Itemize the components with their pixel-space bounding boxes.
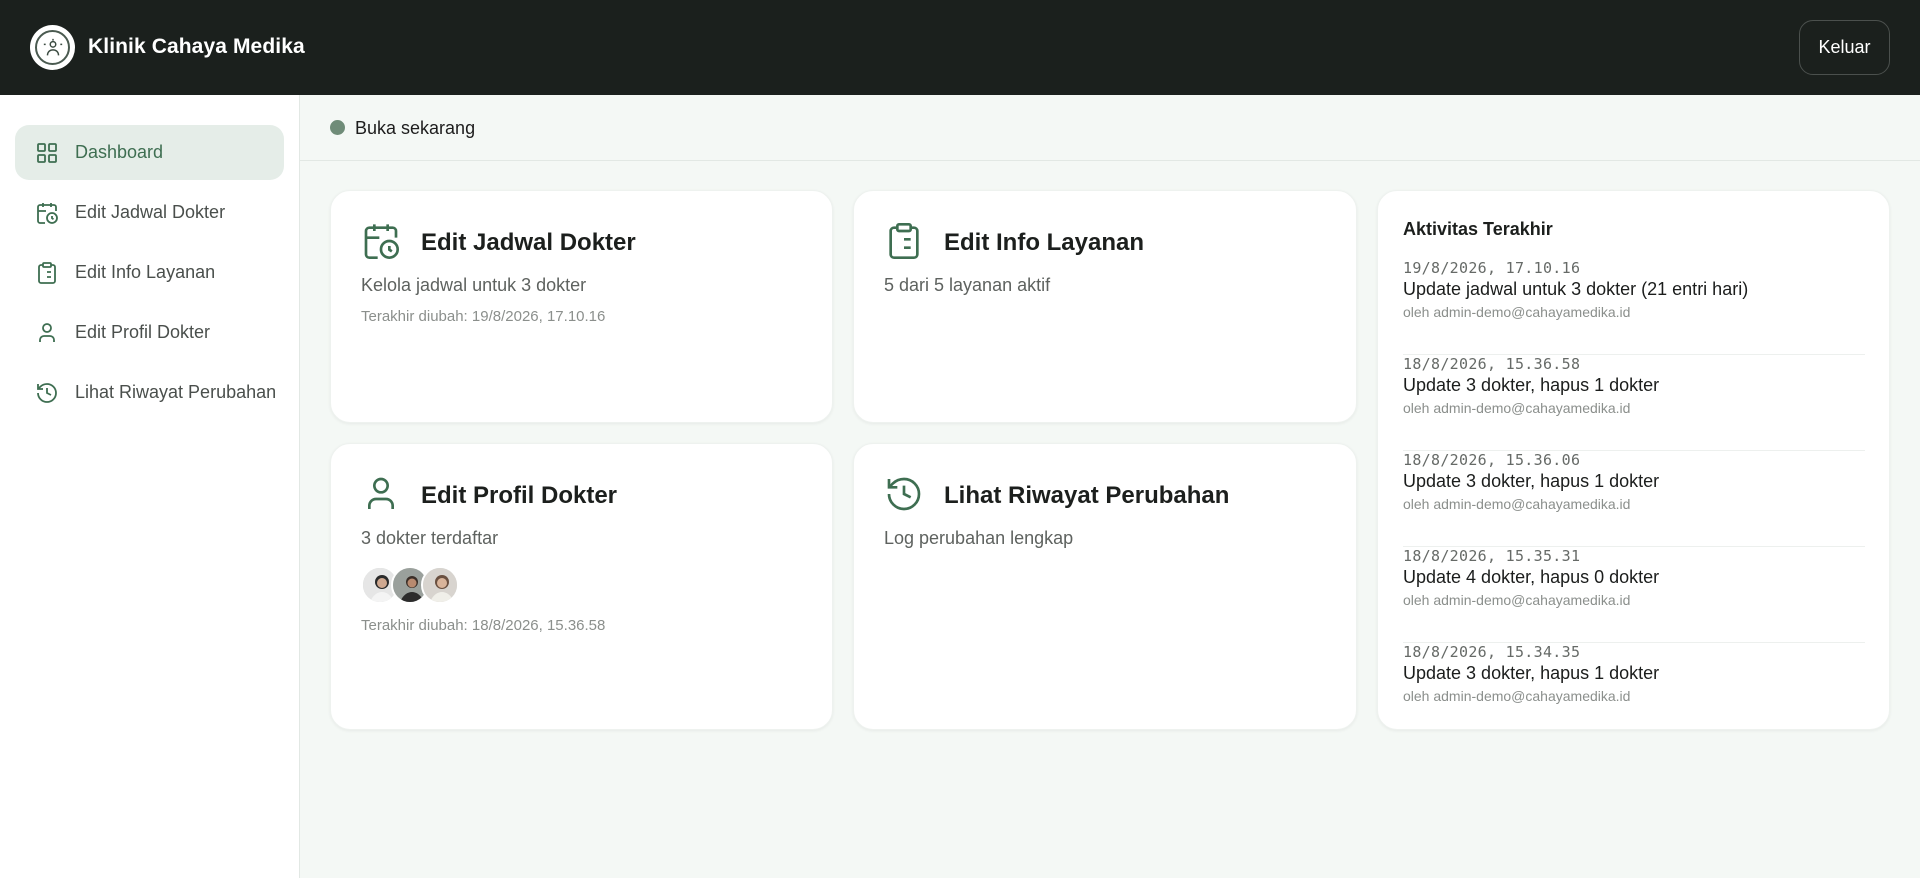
activity-timestamp: 18/8/2026, 15.34.35 [1403,643,1581,661]
clinic-logo [30,25,75,70]
activity-timestamp: 18/8/2026, 15.35.31 [1403,547,1581,565]
clinic-name: Klinik Cahaya Medika [88,35,305,58]
activity-description: Update 3 dokter, hapus 1 dokter [1403,375,1660,395]
card-subtitle: 5 dari 5 layanan aktif [884,275,1051,295]
activity-item: 18/8/2026, 15.36.58 Update 3 dokter, hap… [1403,355,1865,451]
sidebar-item-label: Lihat Riwayat Perubahan [75,382,277,402]
card-title: Edit Profil Dokter [421,482,618,509]
activity-description: Update 4 dokter, hapus 0 dokter [1403,567,1660,587]
top-bar: Klinik Cahaya Medika Keluar [0,0,1920,95]
sidebar-item-edit-profil-dokter[interactable]: Edit Profil Dokter [15,305,284,360]
status-bar [300,95,1920,161]
status-text: Buka sekarang [355,118,476,138]
activity-item: 19/8/2026, 17.10.16 Update jadwal untuk … [1403,259,1865,355]
activity-title: Aktivitas Terakhir [1403,219,1553,239]
grid-icon [37,142,57,163]
activity-timestamp: 18/8/2026, 15.36.06 [1403,451,1581,469]
card-subtitle: Log perubahan lengkap [884,528,1074,548]
card-edit-info-layanan[interactable]: Edit Info Layanan 5 dari 5 layanan aktif [853,190,1357,423]
history-icon [37,382,57,403]
activity-user: oleh admin-demo@cahayamedika.id [1403,688,1631,704]
card-lihat-riwayat-perubahan[interactable]: Lihat Riwayat Perubahan Log perubahan le… [853,443,1357,730]
calendar-clock-icon [37,202,58,224]
logout-button[interactable]: Keluar [1799,20,1890,75]
card-last-modified: Terakhir diubah: 18/8/2026, 15.36.58 [361,617,606,634]
calendar-clock-icon [364,224,399,259]
clipboard-list-icon [38,261,56,284]
activity-user: oleh admin-demo@cahayamedika.id [1403,400,1631,416]
card-edit-jadwal-dokter[interactable]: Edit Jadwal Dokter Kelola jadwal untuk 3… [330,190,833,423]
sidebar-item-label: Edit Profil Dokter [75,322,211,342]
activity-user: oleh admin-demo@cahayamedika.id [1403,592,1631,608]
activity-timestamp: 18/8/2026, 15.36.58 [1403,355,1581,373]
sidebar: Dashboard Edit Jadwal Dokter Edit Info L… [0,95,300,878]
sidebar-item-lihat-riwayat[interactable]: Lihat Riwayat Perubahan [15,365,284,420]
activity-item: 18/8/2026, 15.35.31 Update 4 dokter, hap… [1403,547,1865,643]
activity-user: oleh admin-demo@cahayamedika.id [1403,304,1631,320]
sidebar-item-label: Edit Jadwal Dokter [75,202,226,222]
card-subtitle: 3 dokter terdaftar [361,528,499,548]
user-icon [368,477,394,509]
card-subtitle: Kelola jadwal untuk 3 dokter [361,275,587,295]
activity-user: oleh admin-demo@cahayamedika.id [1403,496,1631,512]
recent-activity-panel: Aktivitas Terakhir 19/8/2026, 17.10.16 U… [1377,190,1890,730]
card-edit-profil-dokter[interactable]: Edit Profil Dokter 3 dokter terdaftar Te… [330,443,833,730]
sidebar-item-label: Edit Info Layanan [75,262,216,282]
status-indicator-dot [330,120,345,135]
history-icon [887,477,921,511]
sidebar-item-dashboard[interactable]: Dashboard [15,125,284,180]
sidebar-item-edit-jadwal[interactable]: Edit Jadwal Dokter [15,185,284,240]
activity-item: 18/8/2026, 15.34.35 Update 3 dokter, hap… [1403,643,1865,739]
avatar [421,566,459,604]
clipboard-list-icon [889,223,919,259]
activity-description: Update jadwal untuk 3 dokter (21 entri h… [1403,279,1749,299]
activity-item: 18/8/2026, 15.36.06 Update 3 dokter, hap… [1403,451,1865,547]
card-title: Edit Info Layanan [944,229,1145,256]
sidebar-item-edit-info-layanan[interactable]: Edit Info Layanan [15,245,284,300]
sidebar-item-label: Dashboard [75,142,164,162]
activity-timestamp: 19/8/2026, 17.10.16 [1403,259,1581,277]
activity-description: Update 3 dokter, hapus 1 dokter [1403,471,1660,491]
card-title: Edit Jadwal Dokter [421,229,636,256]
card-title: Lihat Riwayat Perubahan [944,482,1230,509]
doctor-avatars [361,566,459,604]
activity-description: Update 3 dokter, hapus 1 dokter [1403,663,1660,683]
card-last-modified: Terakhir diubah: 19/8/2026, 17.10.16 [361,308,606,325]
user-icon [39,322,55,342]
